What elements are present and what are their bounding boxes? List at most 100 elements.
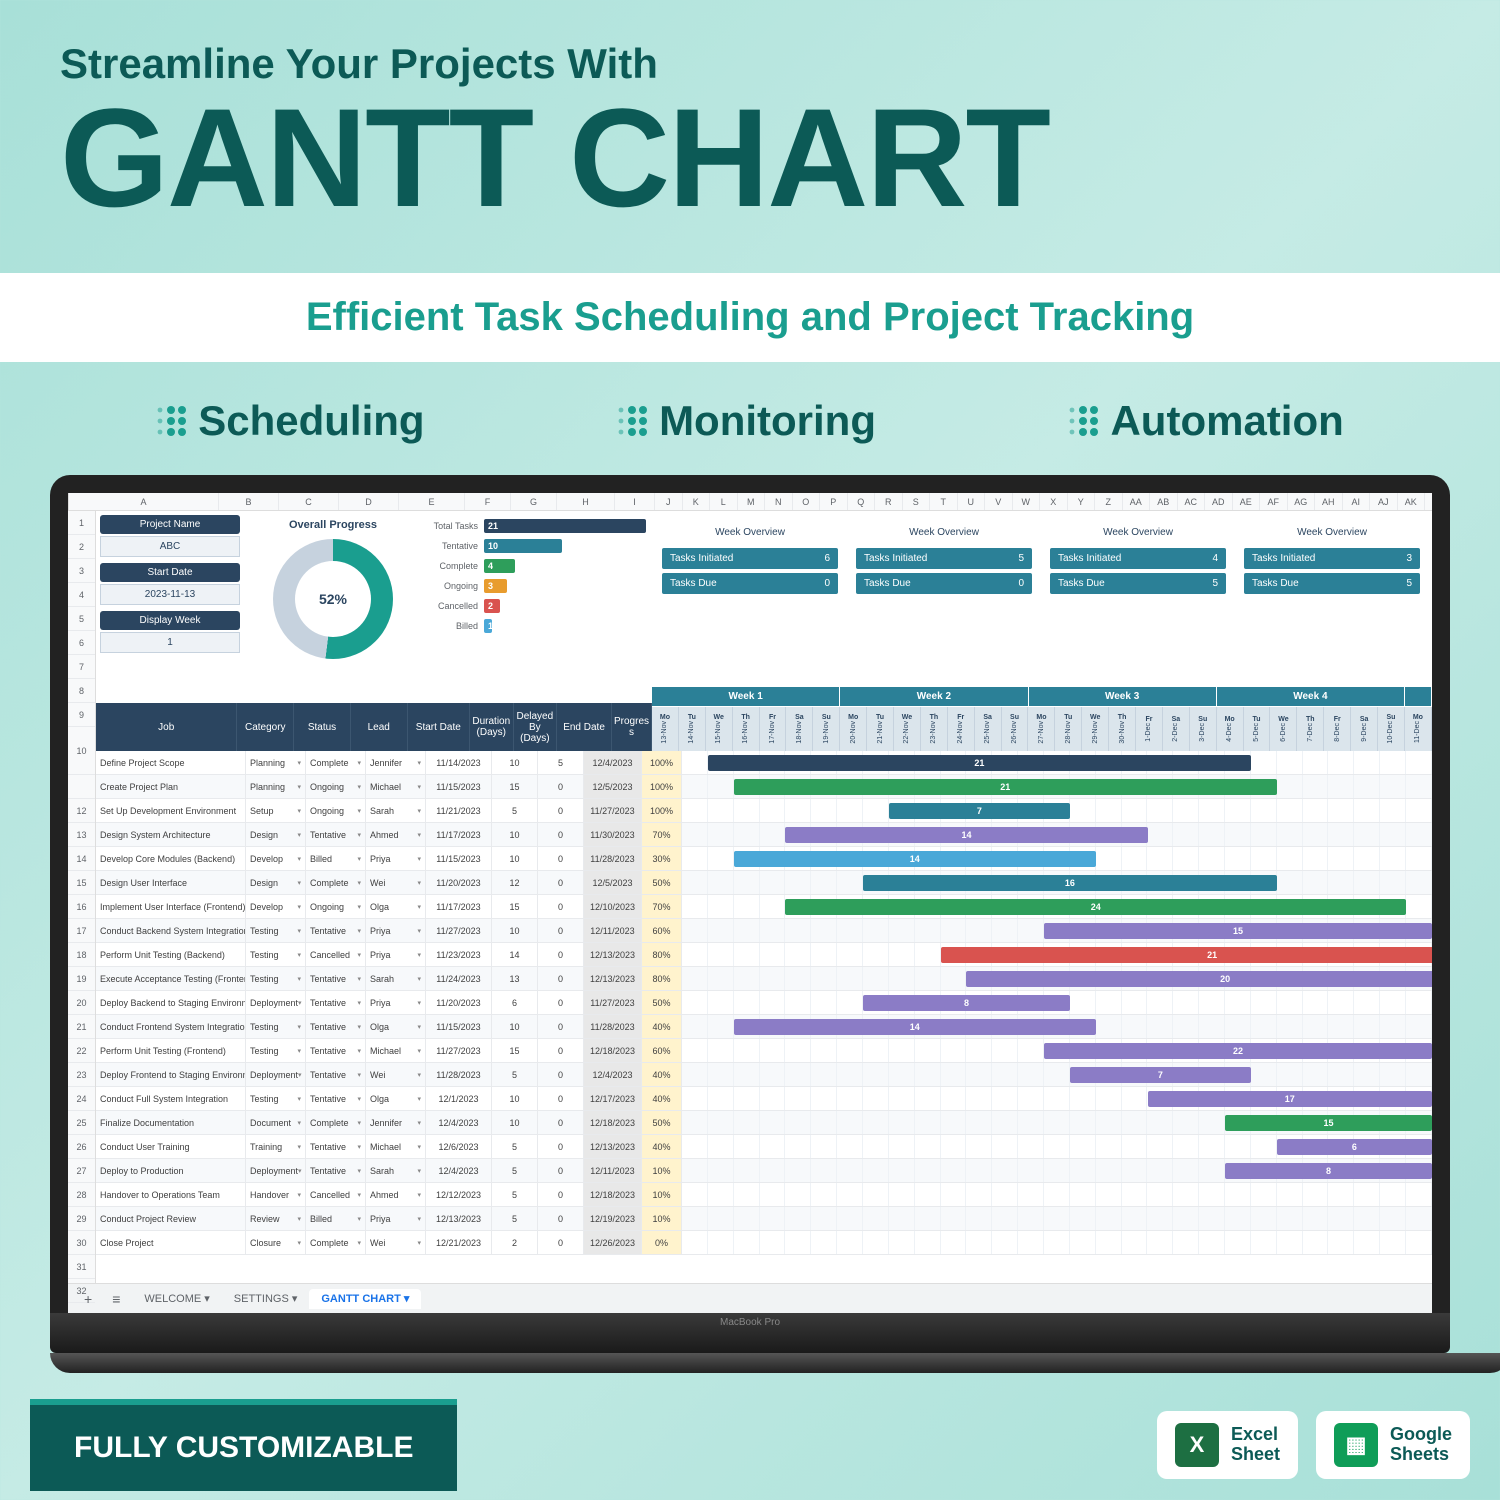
status-cell[interactable]: Tentative bbox=[306, 1015, 366, 1038]
progress-cell[interactable]: 100% bbox=[642, 751, 682, 774]
delay-cell[interactable]: 0 bbox=[538, 895, 584, 918]
category-cell[interactable]: Review bbox=[246, 1207, 306, 1230]
duration-cell[interactable]: 5 bbox=[492, 1207, 538, 1230]
gantt-bar[interactable]: 22 bbox=[1044, 1043, 1432, 1059]
column-header[interactable]: T bbox=[930, 493, 958, 510]
delay-cell[interactable]: 0 bbox=[538, 1087, 584, 1110]
row-header[interactable]: 4 bbox=[68, 583, 95, 607]
category-cell[interactable]: Testing bbox=[246, 967, 306, 990]
delay-cell[interactable]: 0 bbox=[538, 943, 584, 966]
all-sheets-button[interactable]: ≡ bbox=[104, 1291, 128, 1307]
start-cell[interactable]: 11/28/2023 bbox=[426, 1063, 492, 1086]
column-header[interactable]: S bbox=[903, 493, 931, 510]
progress-cell[interactable]: 40% bbox=[642, 1015, 682, 1038]
row-header[interactable]: 14 bbox=[68, 847, 95, 871]
add-sheet-button[interactable]: + bbox=[76, 1291, 100, 1307]
start-cell[interactable]: 11/27/2023 bbox=[426, 919, 492, 942]
progress-cell[interactable]: 60% bbox=[642, 919, 682, 942]
column-header[interactable]: W bbox=[1013, 493, 1041, 510]
gantt-bar[interactable]: 6 bbox=[1277, 1139, 1432, 1155]
column-header[interactable]: AJ bbox=[1370, 493, 1398, 510]
progress-cell[interactable]: 100% bbox=[642, 775, 682, 798]
table-column-header[interactable]: Lead bbox=[351, 703, 408, 751]
project-name-input[interactable]: ABC bbox=[100, 536, 240, 557]
job-cell[interactable]: Execute Acceptance Testing (Frontend) bbox=[96, 967, 246, 990]
lead-cell[interactable]: Olga bbox=[366, 1087, 426, 1110]
progress-cell[interactable]: 50% bbox=[642, 991, 682, 1014]
table-column-header[interactable]: Start Date bbox=[408, 703, 470, 751]
job-cell[interactable]: Define Project Scope bbox=[96, 751, 246, 774]
category-cell[interactable]: Planning bbox=[246, 751, 306, 774]
start-cell[interactable]: 12/12/2023 bbox=[426, 1183, 492, 1206]
row-header[interactable]: 28 bbox=[68, 1183, 95, 1207]
start-cell[interactable]: 12/4/2023 bbox=[426, 1111, 492, 1134]
table-column-header[interactable]: Progres s bbox=[612, 703, 652, 751]
duration-cell[interactable]: 13 bbox=[492, 967, 538, 990]
row-header[interactable]: 23 bbox=[68, 1063, 95, 1087]
job-cell[interactable]: Conduct Frontend System Integration bbox=[96, 1015, 246, 1038]
job-cell[interactable]: Design User Interface bbox=[96, 871, 246, 894]
row-header[interactable]: 24 bbox=[68, 1087, 95, 1111]
delay-cell[interactable]: 0 bbox=[538, 1015, 584, 1038]
column-header[interactable]: X bbox=[1040, 493, 1068, 510]
start-cell[interactable]: 11/20/2023 bbox=[426, 871, 492, 894]
column-header[interactable]: AB bbox=[1150, 493, 1178, 510]
progress-cell[interactable]: 10% bbox=[642, 1159, 682, 1182]
status-cell[interactable]: Billed bbox=[306, 847, 366, 870]
start-cell[interactable]: 11/20/2023 bbox=[426, 991, 492, 1014]
gantt-bar[interactable]: 20 bbox=[966, 971, 1432, 987]
lead-cell[interactable]: Sarah bbox=[366, 1159, 426, 1182]
duration-cell[interactable]: 10 bbox=[492, 823, 538, 846]
status-cell[interactable]: Complete bbox=[306, 1231, 366, 1254]
row-header[interactable]: 17 bbox=[68, 919, 95, 943]
progress-cell[interactable]: 0% bbox=[642, 1231, 682, 1254]
job-cell[interactable]: Develop Core Modules (Backend) bbox=[96, 847, 246, 870]
column-header[interactable]: J bbox=[655, 493, 683, 510]
duration-cell[interactable]: 14 bbox=[492, 943, 538, 966]
progress-cell[interactable]: 40% bbox=[642, 1087, 682, 1110]
start-cell[interactable]: 11/15/2023 bbox=[426, 847, 492, 870]
delay-cell[interactable]: 0 bbox=[538, 1039, 584, 1062]
job-cell[interactable]: Conduct User Training bbox=[96, 1135, 246, 1158]
category-cell[interactable]: Design bbox=[246, 823, 306, 846]
duration-cell[interactable]: 5 bbox=[492, 1159, 538, 1182]
column-header[interactable]: O bbox=[793, 493, 821, 510]
row-header[interactable]: 25 bbox=[68, 1111, 95, 1135]
delay-cell[interactable]: 0 bbox=[538, 1063, 584, 1086]
duration-cell[interactable]: 15 bbox=[492, 1039, 538, 1062]
start-cell[interactable]: 11/14/2023 bbox=[426, 751, 492, 774]
gantt-bar[interactable]: 8 bbox=[1225, 1163, 1432, 1179]
row-header[interactable]: 19 bbox=[68, 967, 95, 991]
gantt-bar[interactable]: 7 bbox=[1070, 1067, 1251, 1083]
column-header[interactable]: E bbox=[399, 493, 465, 510]
start-cell[interactable]: 12/6/2023 bbox=[426, 1135, 492, 1158]
job-cell[interactable]: Close Project bbox=[96, 1231, 246, 1254]
duration-cell[interactable]: 10 bbox=[492, 1087, 538, 1110]
duration-cell[interactable]: 10 bbox=[492, 1015, 538, 1038]
delay-cell[interactable]: 0 bbox=[538, 1231, 584, 1254]
progress-cell[interactable]: 40% bbox=[642, 1063, 682, 1086]
status-cell[interactable]: Cancelled bbox=[306, 943, 366, 966]
delay-cell[interactable]: 5 bbox=[538, 751, 584, 774]
lead-cell[interactable]: Sarah bbox=[366, 799, 426, 822]
status-cell[interactable]: Tentative bbox=[306, 1039, 366, 1062]
row-header[interactable]: 18 bbox=[68, 943, 95, 967]
job-cell[interactable]: Perform Unit Testing (Backend) bbox=[96, 943, 246, 966]
category-cell[interactable]: Develop bbox=[246, 847, 306, 870]
start-cell[interactable]: 11/27/2023 bbox=[426, 1039, 492, 1062]
status-cell[interactable]: Ongoing bbox=[306, 799, 366, 822]
column-header[interactable]: L bbox=[710, 493, 738, 510]
delay-cell[interactable]: 0 bbox=[538, 1207, 584, 1230]
progress-cell[interactable]: 100% bbox=[642, 799, 682, 822]
status-cell[interactable]: Complete bbox=[306, 1111, 366, 1134]
lead-cell[interactable]: Michael bbox=[366, 1135, 426, 1158]
status-cell[interactable]: Tentative bbox=[306, 967, 366, 990]
status-cell[interactable]: Tentative bbox=[306, 1135, 366, 1158]
column-header[interactable]: Y bbox=[1068, 493, 1096, 510]
table-column-header[interactable]: Status bbox=[294, 703, 351, 751]
duration-cell[interactable]: 5 bbox=[492, 799, 538, 822]
column-header[interactable]: AD bbox=[1205, 493, 1233, 510]
row-header[interactable]: 1 bbox=[68, 511, 95, 535]
gantt-bar[interactable]: 21 bbox=[941, 947, 1432, 963]
category-cell[interactable]: Testing bbox=[246, 919, 306, 942]
